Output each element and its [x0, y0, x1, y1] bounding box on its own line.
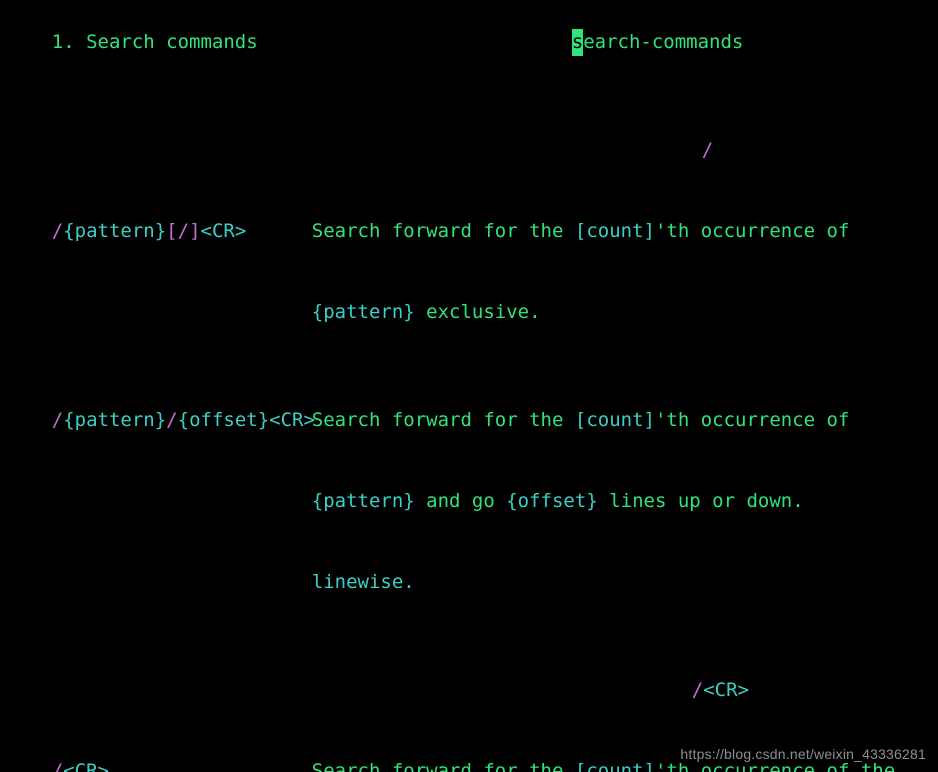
cmd-pattern: {pattern}	[63, 409, 166, 431]
entry-pattern-offset-line2: {pattern} and go {offset} lines up or do…	[6, 461, 932, 542]
desc-count: [count]	[575, 220, 655, 242]
cmd-cr: <CR>	[63, 760, 109, 772]
cmd-slash: /	[52, 409, 63, 431]
desc-count: [count]	[575, 409, 655, 431]
watermark: https://blog.csdn.net/weixin_43336281	[680, 741, 926, 768]
entry-pattern-slash: /{pattern}[/]<CR>Search forward for the …	[6, 191, 932, 272]
cmd-slash2: /	[178, 220, 189, 242]
entry-pattern-offset-line3: linewise.	[6, 542, 932, 623]
desc-text: Search forward for the	[312, 220, 575, 242]
desc-text: exclusive.	[415, 301, 541, 323]
desc-count: [count]	[575, 760, 655, 772]
cmd-bracket-close: ]	[189, 220, 200, 242]
cmd-bracket-open: [	[166, 220, 177, 242]
cmd-cr: <CR>	[269, 409, 315, 431]
desc-offset: {offset}	[506, 490, 598, 512]
section-title: 1. Search commands	[52, 29, 572, 56]
cmd-cr: <CR>	[201, 220, 247, 242]
tag-cr: <CR>	[703, 679, 749, 701]
section-header: 1. Search commandssearch-commands	[6, 2, 932, 83]
desc-text: and go	[415, 490, 507, 512]
section-tag: search-commands	[572, 29, 744, 56]
section-tag-rest: earch-commands	[583, 31, 743, 53]
desc-text: Search forward for the	[312, 409, 575, 431]
cmd-offset: {offset}	[178, 409, 270, 431]
tag-slash-char: /	[692, 679, 703, 701]
desc-text: 'th occurrence of	[655, 409, 849, 431]
tag-slash: /	[6, 110, 932, 191]
cursor-block: s	[572, 29, 583, 56]
cmd-slash: /	[52, 760, 63, 772]
cmd-pattern: {pattern}	[63, 220, 166, 242]
desc-pattern: {pattern}	[312, 490, 415, 512]
entry-pattern-slash-line2: {pattern} exclusive.	[6, 272, 932, 353]
entry-pattern-offset: /{pattern}/{offset}<CR>Search forward fo…	[6, 380, 932, 461]
desc-linewise: linewise.	[312, 571, 415, 593]
tag-slash-cr: /<CR>	[6, 650, 932, 731]
desc-text: lines up or down.	[598, 490, 804, 512]
cmd-slash: /	[166, 409, 177, 431]
cmd-slash: /	[52, 220, 63, 242]
desc-text: 'th occurrence of	[655, 220, 849, 242]
tag-slash-text: /	[702, 139, 713, 161]
terminal-screen[interactable]: 1. Search commandssearch-commands / /{pa…	[0, 0, 938, 772]
desc-text: Search forward for the	[312, 760, 575, 772]
desc-pattern: {pattern}	[312, 301, 415, 323]
